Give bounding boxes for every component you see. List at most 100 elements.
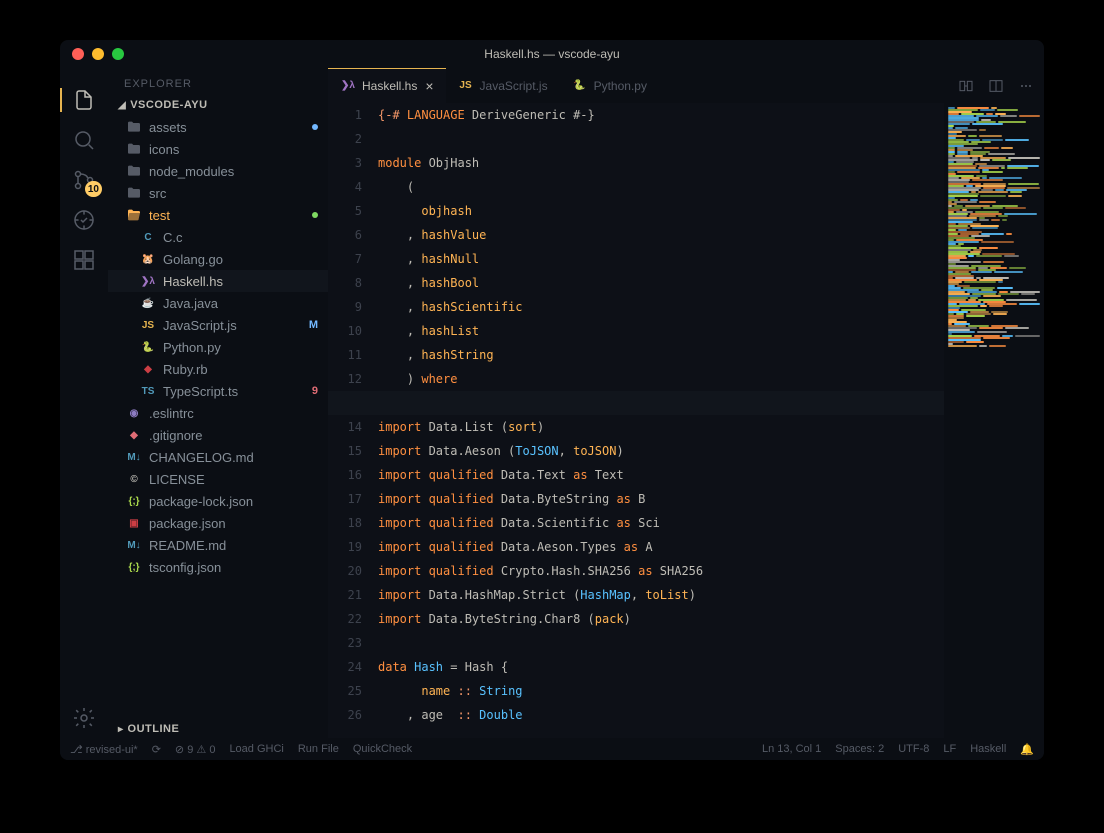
sidebar-project-section[interactable]: ◢ VSCODE-AYU: [108, 96, 328, 114]
error-icon: ⊘: [175, 744, 187, 756]
sync-status[interactable]: ⟳: [152, 743, 161, 756]
outline-label: OUTLINE: [128, 723, 180, 735]
tree-item-label: Golang.go: [163, 252, 223, 267]
tree-item-node-modules[interactable]: node_modules: [108, 160, 328, 182]
sidebar-outline-section[interactable]: ▸ OUTLINE: [108, 720, 328, 738]
modified-badge: M: [309, 319, 318, 331]
eol-status[interactable]: LF: [943, 743, 956, 755]
tree-item-label: LICENSE: [149, 472, 205, 487]
tree-item-label: test: [149, 208, 170, 223]
tree-item-icons[interactable]: icons: [108, 138, 328, 160]
tree-item-license[interactable]: ©LICENSE: [108, 468, 328, 490]
files-icon: [72, 88, 96, 112]
npm-icon: ▣: [126, 515, 142, 531]
rb-icon: ◆: [140, 361, 156, 377]
compare-icon[interactable]: [958, 78, 974, 94]
tree-item-package-json[interactable]: ▣package.json: [108, 512, 328, 534]
minimap[interactable]: [944, 103, 1044, 738]
tree-item-java-java[interactable]: ☕Java.java: [108, 292, 328, 314]
editor[interactable]: 1234567891011121314151617181920212223242…: [328, 103, 1044, 738]
search-icon: [72, 128, 96, 152]
extensions-activity[interactable]: [60, 240, 108, 280]
tree-item-tsconfig-json[interactable]: {;} tsconfig.json: [108, 556, 328, 578]
source-control-activity[interactable]: 10: [60, 160, 108, 200]
tree-item-javascript-js[interactable]: JSJavaScript.jsM: [108, 314, 328, 336]
tree-item-label: assets: [149, 120, 187, 135]
warning-icon: ⚠: [196, 744, 209, 756]
tree-item-package-lock-json[interactable]: {;} package-lock.json: [108, 490, 328, 512]
git-icon: ◆: [126, 427, 142, 443]
untracked-dot-icon: [312, 212, 318, 218]
file-tree: assets icons node_modulessrc test C C.c 🐹Golan…: [108, 114, 328, 720]
explorer-activity[interactable]: [60, 80, 108, 120]
tree-item-label: Python.py: [163, 340, 221, 355]
tree-item-test[interactable]: test: [108, 204, 328, 226]
split-editor-icon[interactable]: [988, 78, 1004, 94]
tab-javascript-js[interactable]: JSJavaScript.js: [446, 68, 560, 103]
tree-item-src[interactable]: src: [108, 182, 328, 204]
tree-item-python-py[interactable]: 🐍Python.py: [108, 336, 328, 358]
hs-icon: ❯λ: [140, 273, 156, 289]
c-icon: C: [140, 229, 156, 245]
problems-status[interactable]: ⊘ 9 ⚠ 0: [175, 743, 216, 756]
md-icon: M↓: [126, 537, 142, 553]
tab-haskell-hs[interactable]: ❯λHaskell.hs×: [328, 68, 446, 103]
tree-item-label: Haskell.hs: [163, 274, 223, 289]
tree-item-haskell-hs[interactable]: ❯λ Haskell.hs: [108, 270, 328, 292]
tab-label: Python.py: [594, 79, 647, 93]
branch-icon: ⎇: [70, 744, 86, 756]
tree-item-label: README.md: [149, 538, 226, 553]
tree-item-label: node_modules: [149, 164, 234, 179]
scm-badge: 10: [85, 181, 102, 197]
more-icon[interactable]: [1018, 78, 1034, 94]
window-title: Haskell.hs — vscode-ayu: [60, 47, 1044, 61]
cursor-position[interactable]: Ln 13, Col 1: [762, 743, 821, 755]
tree-item-typescript-ts[interactable]: TSTypeScript.ts9: [108, 380, 328, 402]
tree-item-label: tsconfig.json: [149, 560, 221, 575]
code-content[interactable]: {-# LANGUAGE DeriveGeneric #-}module Obj…: [378, 103, 944, 738]
bell-icon[interactable]: 🔔: [1020, 743, 1034, 756]
tree-item-assets[interactable]: assets: [108, 116, 328, 138]
task-run-file[interactable]: Run File: [298, 743, 339, 755]
folder-icon: [126, 119, 142, 135]
search-activity[interactable]: [60, 120, 108, 160]
tree-item-c-c[interactable]: C C.c: [108, 226, 328, 248]
tree-item-label: src: [149, 186, 166, 201]
branch-status[interactable]: ⎇ revised-ui*: [70, 743, 138, 756]
json-icon: {;}: [126, 559, 142, 575]
line-numbers: 1234567891011121314151617181920212223242…: [328, 103, 378, 738]
task-load-ghci[interactable]: Load GHCi: [229, 743, 283, 755]
debug-activity[interactable]: [60, 200, 108, 240]
tree-item-label: package-lock.json: [149, 494, 253, 509]
settings-activity[interactable]: [60, 698, 108, 738]
tree-item-changelog-md[interactable]: M↓CHANGELOG.md: [108, 446, 328, 468]
js-icon: JS: [458, 78, 474, 94]
folder-icon: [126, 141, 142, 157]
debug-icon: [72, 208, 96, 232]
py-icon: 🐍: [572, 78, 588, 94]
tab-python-py[interactable]: 🐍 Python.py: [560, 68, 659, 103]
tree-item-label: icons: [149, 142, 179, 157]
tree-item-label: .gitignore: [149, 428, 202, 443]
folder-icon: [126, 185, 142, 201]
titlebar: Haskell.hs — vscode-ayu: [60, 40, 1044, 68]
modified-dot-icon: [312, 124, 318, 130]
task-quickcheck[interactable]: QuickCheck: [353, 743, 412, 755]
tree-item--gitignore[interactable]: ◆ .gitignore: [108, 424, 328, 446]
tab-actions: [948, 68, 1044, 103]
tree-item-readme-md[interactable]: M↓ README.md: [108, 534, 328, 556]
tree-item-label: C.c: [163, 230, 183, 245]
ts-icon: TS: [140, 383, 156, 399]
chevron-right-icon: ▸: [118, 724, 124, 735]
tree-item-golang-go[interactable]: 🐹Golang.go: [108, 248, 328, 270]
tree-item-label: .eslintrc: [149, 406, 194, 421]
tree-item-ruby-rb[interactable]: ◆Ruby.rb: [108, 358, 328, 380]
indent-status[interactable]: Spaces: 2: [835, 743, 884, 755]
sidebar-title: EXPLORER: [108, 68, 328, 96]
sidebar: EXPLORER ◢ VSCODE-AYU assets icons node_mo…: [108, 68, 328, 738]
encoding-status[interactable]: UTF-8: [898, 743, 929, 755]
tree-item--eslintrc[interactable]: ◉.eslintrc: [108, 402, 328, 424]
close-tab-icon[interactable]: ×: [425, 78, 433, 94]
json-icon: {;}: [126, 493, 142, 509]
language-status[interactable]: Haskell: [970, 743, 1006, 755]
